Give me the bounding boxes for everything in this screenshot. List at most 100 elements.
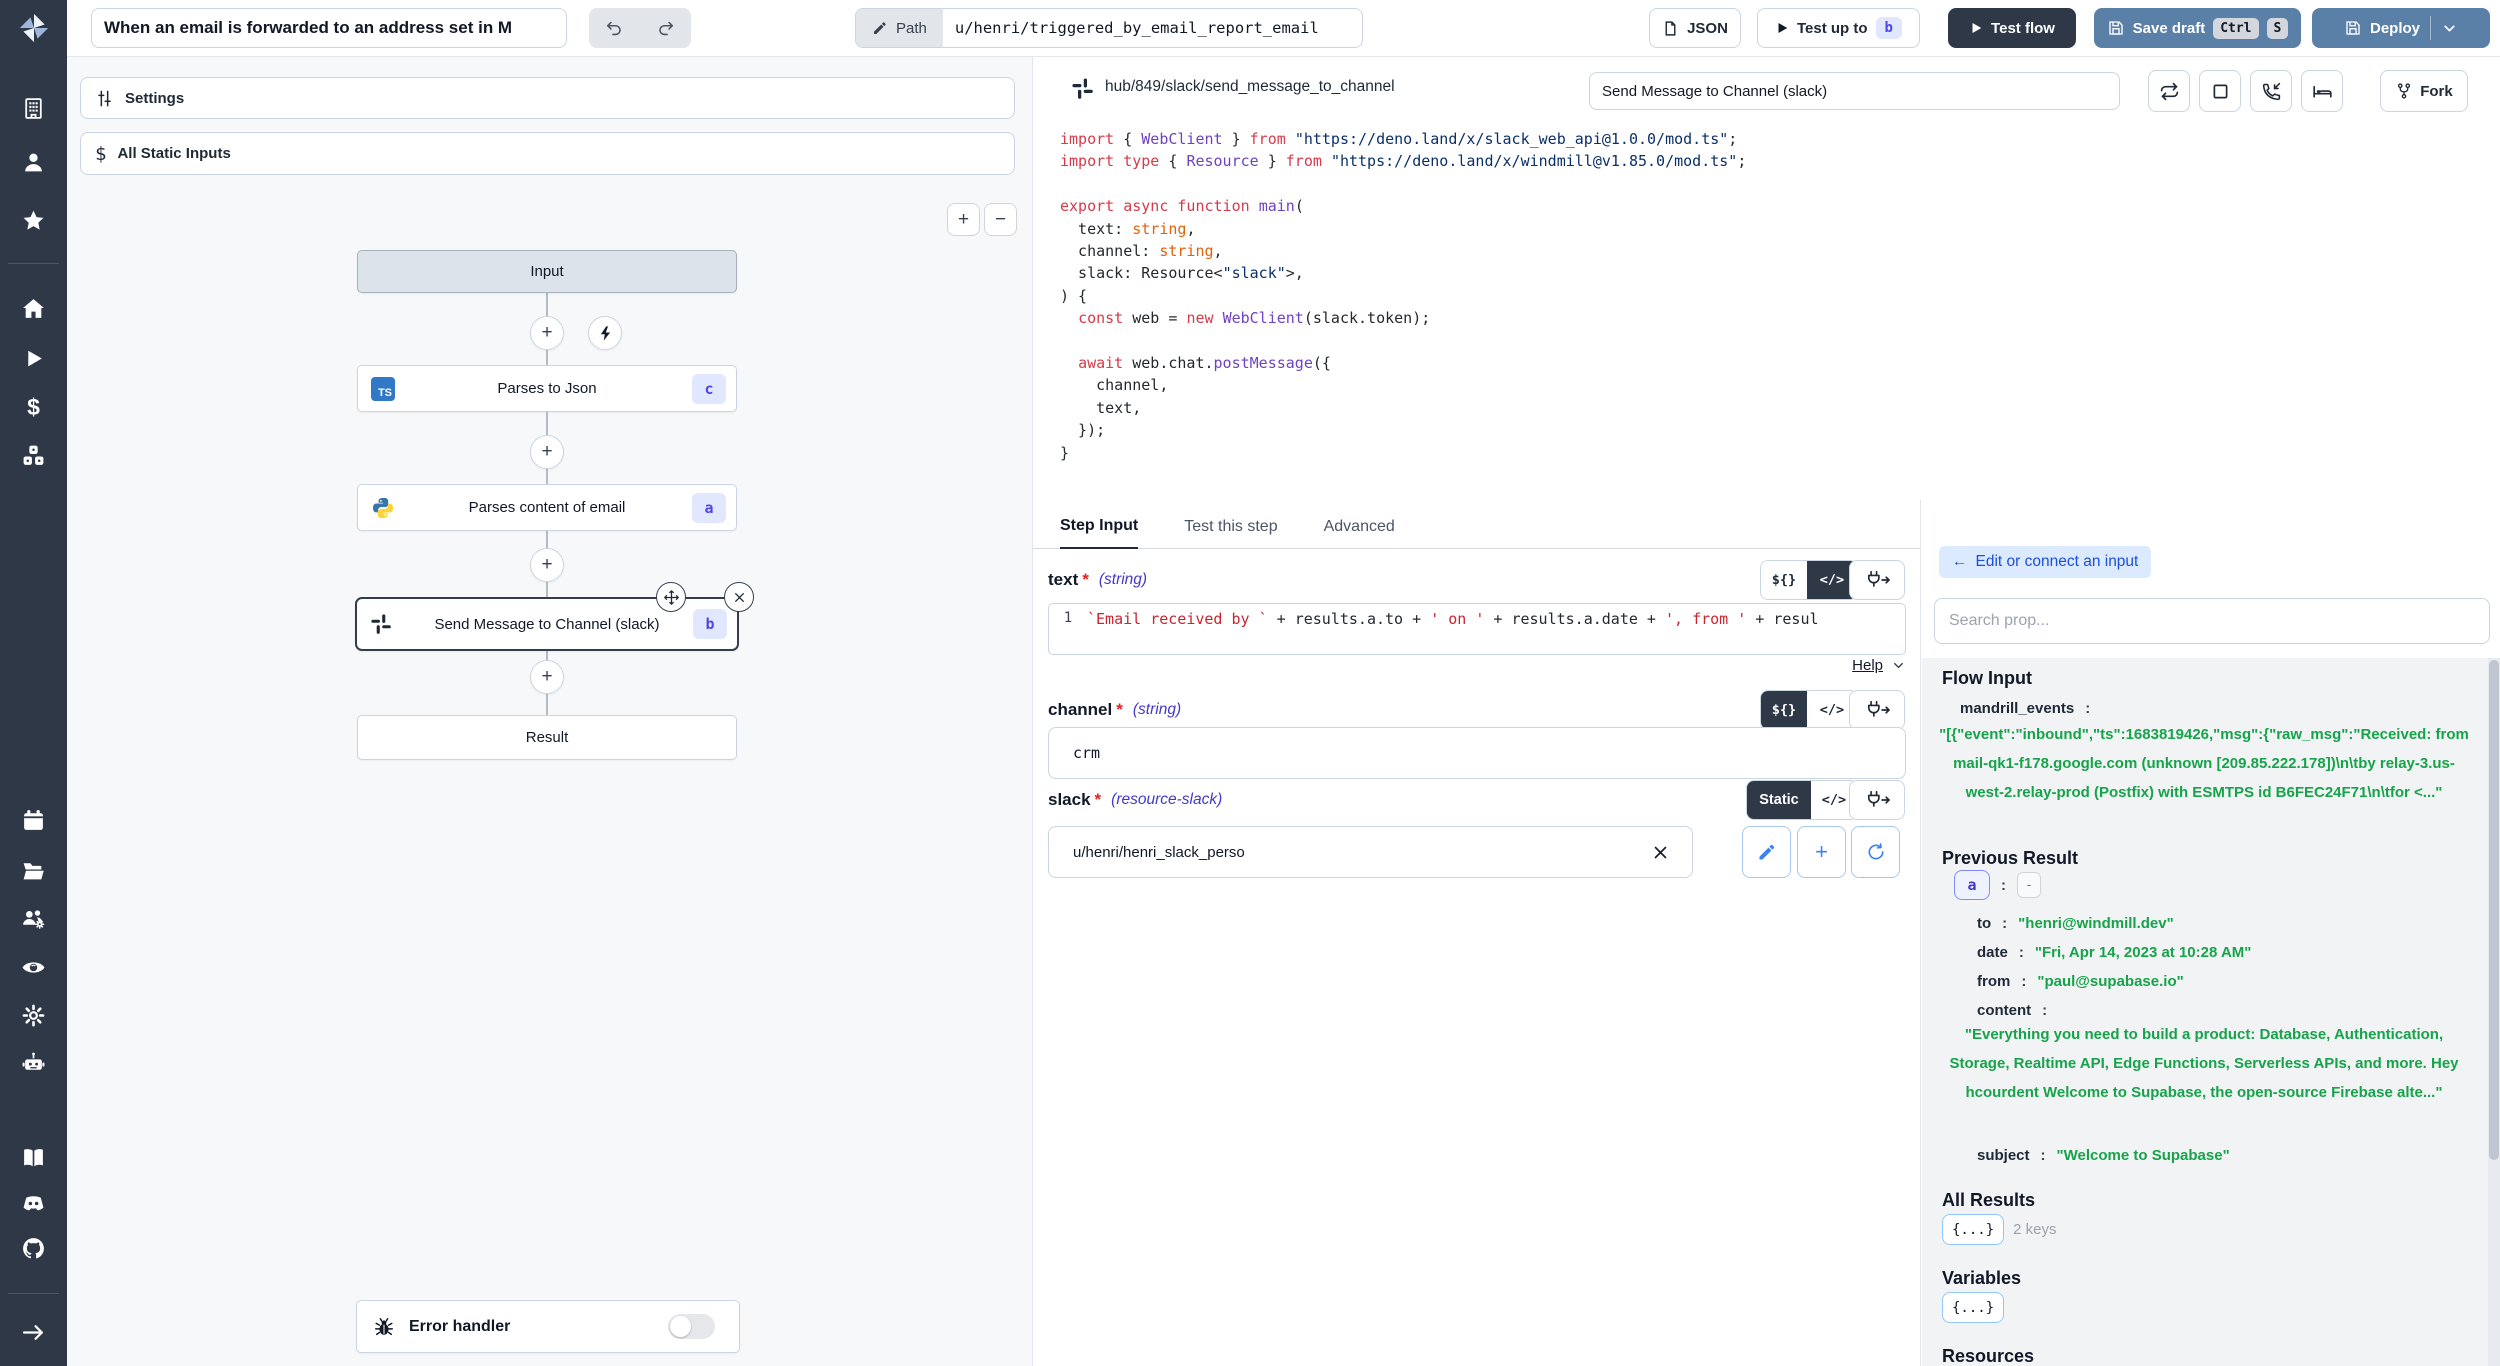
sidebar-item-audit-logs[interactable] bbox=[0, 947, 67, 987]
discord-icon[interactable] bbox=[0, 1183, 67, 1223]
settings-label: Settings bbox=[125, 90, 184, 107]
field-label-channel: channel*(string) bbox=[1048, 690, 1181, 730]
kv-row-from[interactable]: from:"paul@supabase.io" bbox=[1977, 973, 2184, 990]
tab-test-this-step[interactable]: Test this step bbox=[1184, 518, 1277, 548]
add-step-icon[interactable]: + bbox=[530, 435, 564, 469]
node-label: Parses content of email bbox=[469, 499, 626, 516]
connect-input-button[interactable] bbox=[1849, 780, 1905, 820]
connect-input-button[interactable] bbox=[1849, 690, 1905, 730]
text-expression-editor[interactable]: 1 `Email received by ` + results.a.to + … bbox=[1048, 603, 1906, 655]
flow-node-parses-to-json[interactable]: TS Parses to Json c bbox=[357, 365, 737, 412]
path-field[interactable]: Path u/henri/triggered_by_email_report_e… bbox=[855, 8, 1363, 48]
deploy-label: Deploy bbox=[2370, 20, 2420, 37]
kv-row-to[interactable]: to:"henri@windmill.dev" bbox=[1977, 915, 2174, 932]
deploy-button[interactable]: Deploy bbox=[2312, 8, 2490, 48]
trigger-bolt-icon[interactable] bbox=[588, 316, 622, 350]
object-expand-badge[interactable]: {...} bbox=[1942, 1292, 2004, 1323]
flow-settings-button[interactable]: Settings bbox=[80, 77, 1015, 119]
add-step-icon[interactable]: + bbox=[530, 548, 564, 582]
sidebar-item-schedules[interactable] bbox=[0, 800, 67, 840]
previous-result-heading: Previous Result bbox=[1942, 848, 2078, 869]
delete-node-icon[interactable] bbox=[724, 582, 754, 612]
sidebar-item-resources[interactable] bbox=[0, 435, 67, 475]
flow-node-input[interactable]: Input bbox=[357, 250, 737, 293]
typescript-icon: TS bbox=[371, 377, 395, 401]
redo-icon[interactable] bbox=[656, 19, 675, 38]
error-handler-node[interactable]: Error handler bbox=[356, 1300, 740, 1353]
sidebar-item-docs[interactable] bbox=[0, 1137, 67, 1177]
zoom-in-button[interactable]: + bbox=[947, 203, 980, 236]
flow-input-value[interactable]: "[{"event":"inbound","ts":1683819426,"ms… bbox=[1934, 720, 2474, 807]
object-expand-badge[interactable]: {...} bbox=[1942, 1214, 2004, 1245]
channel-value-input[interactable]: crm bbox=[1048, 727, 1906, 779]
help-row: Help bbox=[1048, 657, 1906, 674]
sleep-step-button[interactable] bbox=[2301, 70, 2343, 112]
webhook-call-button[interactable] bbox=[2250, 70, 2292, 112]
add-resource-button[interactable]: + bbox=[1797, 826, 1846, 878]
sidebar-item-folders[interactable] bbox=[0, 850, 67, 890]
search-prop-input[interactable] bbox=[1934, 598, 2490, 644]
clear-icon[interactable] bbox=[1653, 845, 1668, 860]
kv-row-subject[interactable]: subject:"Welcome to Supabase" bbox=[1977, 1147, 2230, 1164]
step-name-input[interactable] bbox=[1589, 72, 2120, 110]
sidebar-item-workspace[interactable] bbox=[0, 88, 67, 128]
windmill-logo[interactable] bbox=[0, 8, 67, 48]
sidebar-item-variables[interactable]: $ bbox=[0, 387, 67, 427]
flow-title-input[interactable] bbox=[91, 8, 567, 48]
path-value[interactable]: u/henri/triggered_by_email_report_email bbox=[943, 9, 1331, 47]
sidebar-item-home[interactable] bbox=[0, 288, 67, 328]
help-link[interactable]: Help bbox=[1852, 657, 1883, 674]
test-flow-button[interactable]: Test flow bbox=[1948, 8, 2076, 48]
sidebar-item-groups[interactable] bbox=[0, 898, 67, 938]
template-mode-button[interactable]: ${} bbox=[1761, 561, 1807, 599]
fork-button[interactable]: Fork bbox=[2380, 70, 2468, 112]
flow-node-send-message-selected[interactable]: Send Message to Channel (slack) b bbox=[355, 597, 739, 651]
add-step-icon[interactable]: + bbox=[530, 316, 564, 350]
json-button[interactable]: JSON bbox=[1649, 8, 1741, 48]
tab-step-input[interactable]: Step Input bbox=[1060, 517, 1138, 549]
all-static-inputs-button[interactable]: $ All Static Inputs bbox=[80, 132, 1015, 175]
sidebar-item-workers[interactable] bbox=[0, 1042, 67, 1082]
test-up-to-button[interactable]: Test up to b bbox=[1757, 8, 1920, 48]
edit-or-connect-button[interactable]: ← Edit or connect an input bbox=[1939, 546, 2151, 578]
reload-script-button[interactable] bbox=[2148, 70, 2190, 112]
add-step-icon[interactable]: + bbox=[530, 660, 564, 694]
scrollbar-thumb[interactable] bbox=[2489, 660, 2499, 1160]
undo-icon[interactable] bbox=[605, 19, 624, 38]
flow-input-key-row[interactable]: mandrill_events: bbox=[1960, 700, 2092, 717]
sidebar-item-settings[interactable] bbox=[0, 995, 67, 1035]
move-node-icon[interactable] bbox=[656, 582, 686, 612]
error-handler-toggle[interactable] bbox=[668, 1314, 715, 1339]
sidebar-item-user[interactable] bbox=[0, 142, 67, 182]
sidebar-item-favorites[interactable] bbox=[0, 200, 67, 240]
chevron-down-icon[interactable] bbox=[2441, 20, 2458, 37]
static-mode-button[interactable]: Static bbox=[1747, 781, 1811, 819]
node-label: Send Message to Channel (slack) bbox=[434, 616, 659, 633]
path-button[interactable]: Path bbox=[856, 9, 943, 47]
connect-input-button[interactable] bbox=[1849, 560, 1905, 600]
expand-modal-button[interactable] bbox=[2199, 70, 2241, 112]
template-mode-button[interactable]: ${} bbox=[1761, 691, 1807, 729]
code-editor[interactable]: import { WebClient } from "https://deno.… bbox=[1060, 128, 2480, 464]
back-arrow-icon: ← bbox=[1952, 553, 1968, 571]
save-draft-button[interactable]: Save draft Ctrl S bbox=[2094, 8, 2301, 48]
chevron-down-icon[interactable] bbox=[1891, 658, 1906, 673]
slack-resource-picker[interactable]: u/henri/henri_slack_perso bbox=[1048, 826, 1693, 878]
tab-advanced[interactable]: Advanced bbox=[1324, 518, 1395, 548]
content-value[interactable]: "Everything you need to build a product:… bbox=[1934, 1020, 2474, 1107]
result-key-a-badge[interactable]: a bbox=[1954, 870, 1990, 900]
static-inputs-label: All Static Inputs bbox=[117, 145, 230, 162]
app-sidebar: $ bbox=[0, 0, 67, 1366]
github-icon[interactable] bbox=[0, 1228, 67, 1268]
flow-node-parses-content[interactable]: Parses content of email a bbox=[357, 484, 737, 531]
collapse-badge[interactable]: - bbox=[2017, 872, 2041, 898]
refresh-resource-button[interactable] bbox=[1851, 826, 1900, 878]
kv-row-content[interactable]: content: bbox=[1977, 1002, 2049, 1019]
flow-node-result[interactable]: Result bbox=[357, 715, 737, 760]
kv-row-date[interactable]: date:"Fri, Apr 14, 2023 at 10:28 AM" bbox=[1977, 944, 2251, 961]
zoom-out-button[interactable]: − bbox=[984, 203, 1017, 236]
collapse-sidebar-icon[interactable] bbox=[0, 1312, 67, 1352]
edit-resource-button[interactable] bbox=[1742, 826, 1791, 878]
hub-script-path[interactable]: hub/849/slack/send_message_to_channel bbox=[1105, 78, 1395, 96]
sidebar-item-runs[interactable] bbox=[0, 338, 67, 378]
